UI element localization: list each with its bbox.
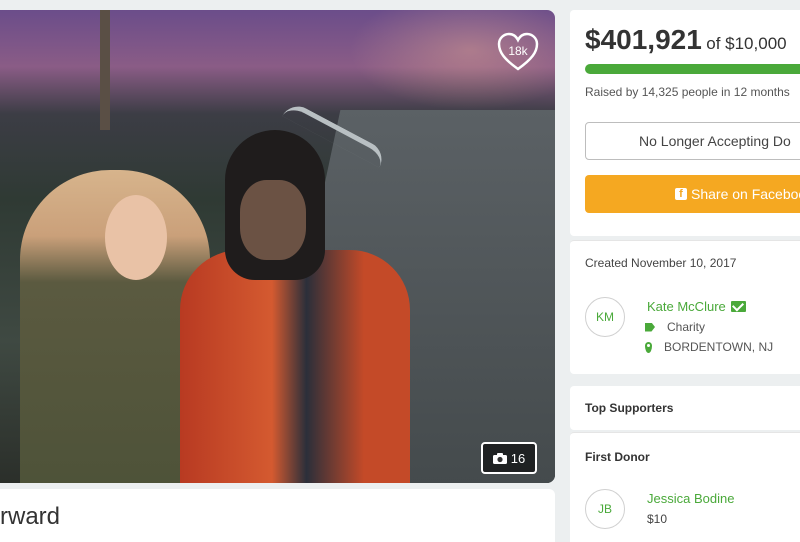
donation-summary-card: $401,921 of $10,000 Raised by 14,325 peo… [570, 10, 800, 236]
photo-face-left [105, 195, 167, 280]
share-facebook-label: Share on Faceboo [691, 186, 800, 202]
map-pin-icon [645, 341, 652, 353]
organizer-name[interactable]: Kate McClure [647, 299, 726, 314]
first-donor-amount: $10 [647, 512, 668, 526]
campaign-photo[interactable]: 18k 16 [0, 10, 555, 483]
created-date: Created November 10, 2017 [585, 256, 737, 270]
campaign-title: rward [0, 503, 61, 530]
organizer-name-row[interactable]: Kate McClure [647, 299, 746, 314]
first-donor-name[interactable]: Jessica Bodine [647, 491, 734, 506]
progress-bar [585, 64, 800, 74]
top-supporters-heading: Top Supporters [585, 401, 674, 415]
no-longer-accepting-button[interactable]: No Longer Accepting Do [585, 122, 800, 160]
campaign-title-card: rward [0, 489, 555, 542]
photo-face-right [240, 180, 306, 260]
amount-raised: $401,921 [585, 24, 702, 55]
camera-icon [492, 452, 507, 464]
amount-line: $401,921 of $10,000 [585, 24, 787, 56]
category-row: Charity [645, 320, 705, 334]
location-row: BORDENTOWN, NJ [645, 340, 773, 354]
share-facebook-button[interactable]: f Share on Faceboo [585, 175, 800, 213]
first-donor-card: First Donor JB Jessica Bodine $10 [570, 432, 800, 542]
category-label: Charity [667, 320, 706, 334]
location-label: BORDENTOWN, NJ [664, 340, 774, 354]
first-donor-avatar: JB [585, 489, 625, 529]
goal-amount: of $10,000 [706, 34, 787, 53]
top-supporters-card: Top Supporters [570, 386, 800, 430]
photo-bg-pole [100, 10, 110, 130]
photo-person-right [180, 250, 410, 483]
photo-gallery-button[interactable]: 16 [481, 442, 537, 474]
tag-icon [645, 322, 655, 332]
facebook-icon: f [675, 188, 687, 200]
like-count: 18k [508, 44, 528, 58]
photo-count: 16 [510, 450, 526, 466]
first-donor-heading: First Donor [585, 450, 650, 464]
organizer-card: Created November 10, 2017 KM Kate McClur… [570, 240, 800, 374]
mail-icon[interactable] [730, 301, 746, 312]
raised-by-text: Raised by 14,325 people in 12 months [585, 85, 790, 99]
like-heart-badge[interactable]: 18k [496, 32, 540, 72]
organizer-avatar: KM [585, 297, 625, 337]
